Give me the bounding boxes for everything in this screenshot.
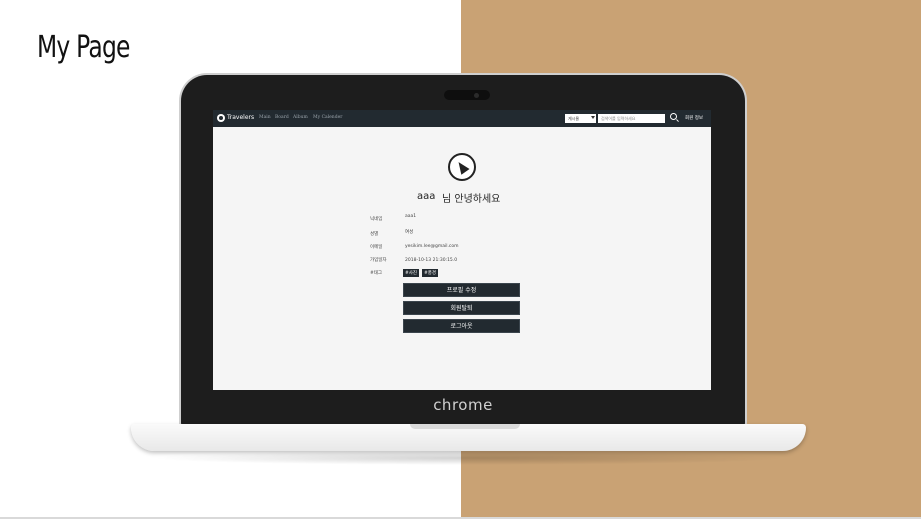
member-info-link[interactable]: 회원 정보 xyxy=(685,115,703,121)
greeting-text: 님 안녕하세요 xyxy=(442,194,501,205)
laptop-base-notch xyxy=(410,424,520,429)
field-value-nickname: aaa1 xyxy=(405,214,417,219)
laptop-shadow xyxy=(150,451,790,465)
chevron-down-icon xyxy=(591,116,595,119)
compass-profile-icon xyxy=(448,153,476,181)
compass-logo-icon[interactable] xyxy=(217,114,225,122)
nav-link-board[interactable]: Board xyxy=(275,115,289,120)
field-value-join-date: 2018-10-13 21:30:15.0 xyxy=(405,258,458,263)
edit-profile-button[interactable]: 프로필 수정 xyxy=(403,283,520,297)
field-label-gender: 성별 xyxy=(370,232,379,237)
nav-link-my-calender[interactable]: My Calender xyxy=(313,115,342,120)
field-label-tags: #태그 xyxy=(370,271,383,276)
laptop-screen: Travelers Main Board Album My Calender 게… xyxy=(213,110,711,390)
field-label-email: 이메일 xyxy=(370,245,383,250)
brand-link[interactable]: Travelers xyxy=(227,114,254,121)
slide-title: My Page xyxy=(37,30,130,65)
field-value-email: yesikim.lee@gmail.com xyxy=(405,244,459,249)
camera-bar xyxy=(444,90,490,100)
search-input[interactable]: 검색어를 입력하세요 xyxy=(598,114,665,123)
field-label-nickname: 닉네임 xyxy=(370,217,383,222)
field-value-gender: 여성 xyxy=(405,230,414,235)
nav-link-main[interactable]: Main xyxy=(259,115,271,120)
laptop-brand-label: chrome xyxy=(433,396,493,414)
tag-badge[interactable]: #사진 xyxy=(403,269,420,277)
search-icon[interactable] xyxy=(670,113,677,120)
logout-button[interactable]: 로그아웃 xyxy=(403,319,520,333)
top-navbar: Travelers Main Board Album My Calender 게… xyxy=(213,110,711,127)
camera-icon xyxy=(474,93,479,98)
withdraw-button[interactable]: 회원탈퇴 xyxy=(403,301,520,315)
greeting-username: aaa xyxy=(417,191,436,202)
tag-badge[interactable]: #풍경 xyxy=(422,269,439,277)
field-label-join-date: 가입일자 xyxy=(370,258,387,263)
nav-link-album[interactable]: Album xyxy=(293,115,308,120)
